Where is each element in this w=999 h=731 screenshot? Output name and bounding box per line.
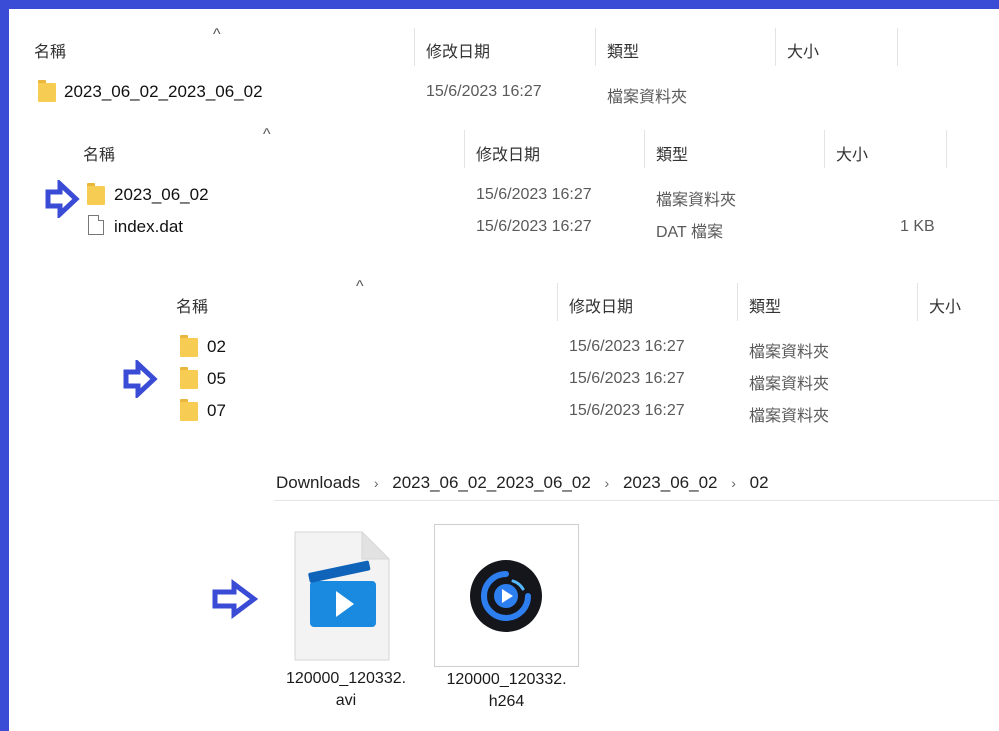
file-name: 07 [207,401,226,420]
column-divider[interactable] [644,130,645,168]
column-header-type[interactable]: 類型 [607,38,639,62]
file-type: 檔案資料夾 [749,408,830,425]
sort-ascending-icon[interactable]: ^ [263,127,271,143]
column-header-name[interactable]: 名稱 [83,141,115,165]
column-header-type[interactable]: 類型 [749,293,781,317]
file-name: 02 [207,337,226,356]
breadcrumb-chevron-icon[interactable]: › [731,475,736,491]
column-header-date[interactable]: 修改日期 [476,141,540,165]
file-tile[interactable]: 120000_120332. h264 [434,524,579,714]
file-type: 檔案資料夾 [749,376,830,393]
file-name-line-1: 120000_120332. [446,671,567,688]
breadcrumb-item-current[interactable]: 02 [750,473,769,493]
frame-border-left [0,0,9,731]
file-name-line-2: h264 [488,693,525,710]
sort-ascending-icon[interactable]: ^ [213,27,221,43]
breadcrumb-item[interactable]: 2023_06_02 [623,473,718,493]
column-header-type[interactable]: 類型 [656,141,688,165]
breadcrumb-item[interactable]: 2023_06_02_2023_06_02 [392,473,591,493]
file-type: 檔案資料夾 [749,344,830,361]
column-divider[interactable] [464,130,465,168]
sort-ascending-icon[interactable]: ^ [356,279,364,295]
breadcrumb-chevron-icon[interactable]: › [605,475,610,491]
pointer-arrow-icon [45,180,80,218]
column-divider[interactable] [595,28,596,66]
file-date: 15/6/2023 16:27 [426,83,542,100]
file-date: 15/6/2023 16:27 [569,402,685,419]
column-divider[interactable] [917,283,918,321]
column-header-name[interactable]: 名稱 [176,293,208,317]
column-header-date[interactable]: 修改日期 [569,293,633,317]
file-type: 檔案資料夾 [607,89,688,106]
file-date: 15/6/2023 16:27 [569,338,685,355]
file-date: 15/6/2023 16:27 [476,218,592,235]
pointer-arrow-icon [123,360,158,398]
file-date: 15/6/2023 16:27 [476,186,592,203]
video-file-icon [294,531,390,661]
file-size: 1 KB [900,218,935,235]
file-name-line-2: avi [335,692,357,709]
file-name: index.dat [114,217,183,236]
file-date: 15/6/2023 16:27 [569,370,685,387]
breadcrumb-chevron-icon[interactable]: › [374,475,379,491]
folder-icon [180,335,198,357]
file-type: 檔案資料夾 [656,192,737,209]
file-name: 05 [207,369,226,388]
file-name: 2023_06_02 [114,185,209,204]
column-divider[interactable] [737,283,738,321]
column-divider[interactable] [824,130,825,168]
column-header-size[interactable]: 大小 [836,141,868,165]
file-icon [88,215,104,235]
pointer-arrow-icon [212,579,259,619]
breadcrumb-item-downloads[interactable]: Downloads [276,473,360,493]
divider [274,500,999,501]
column-header-size[interactable]: 大小 [929,293,961,317]
media-player-icon [470,560,542,632]
folder-icon [87,183,105,205]
column-divider[interactable] [414,28,415,66]
frame-border-top [0,0,999,9]
file-name: 2023_06_02_2023_06_02 [64,82,263,101]
column-divider[interactable] [557,283,558,321]
file-name-line-1: 120000_120332. [285,670,407,687]
file-tile[interactable]: 120000_120332. avi [276,523,416,713]
column-divider[interactable] [946,130,947,168]
folder-icon [180,367,198,389]
breadcrumb: Downloads › 2023_06_02_2023_06_02 › 2023… [276,473,769,493]
column-header-name[interactable]: 名稱 [34,38,66,62]
file-type: DAT 檔案 [656,224,723,241]
column-divider[interactable] [897,28,898,66]
folder-icon [38,80,56,102]
column-divider[interactable] [775,28,776,66]
column-header-date[interactable]: 修改日期 [426,38,490,62]
folder-icon [180,399,198,421]
column-header-size[interactable]: 大小 [787,38,819,62]
